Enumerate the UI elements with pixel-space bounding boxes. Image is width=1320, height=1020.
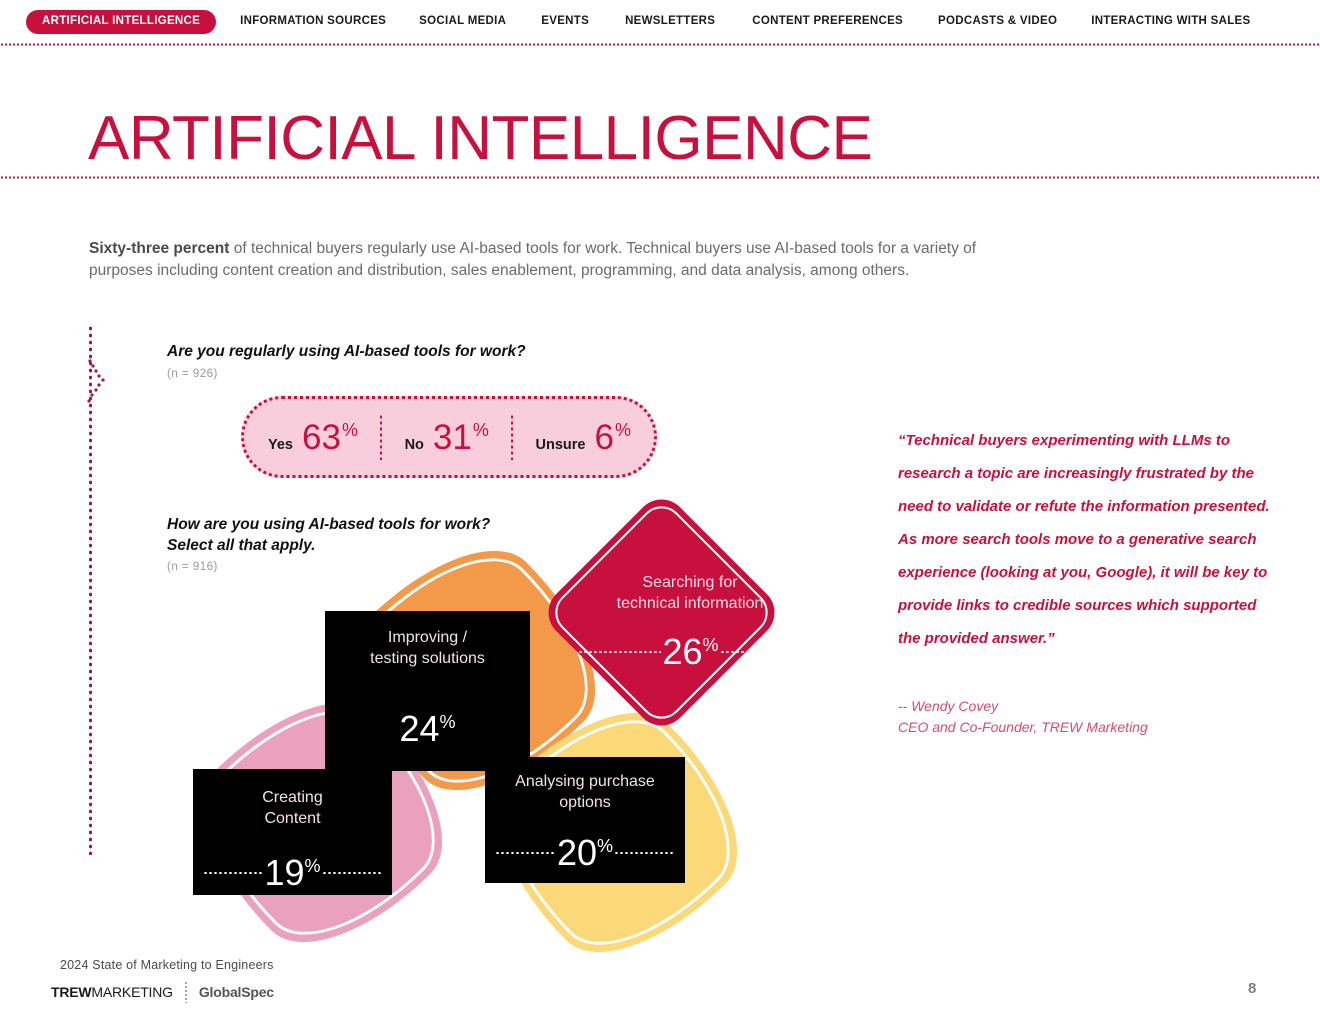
intro-lead-bold: Sixty-three percent bbox=[89, 240, 230, 257]
stat-value-no: 31 bbox=[432, 417, 472, 457]
top-navigation: ARTIFICIAL INTELLIGENCE INFORMATION SOUR… bbox=[0, 0, 1320, 44]
pull-quote: “Technical buyers experimenting with LLM… bbox=[898, 432, 1270, 647]
dash-right-creating bbox=[321, 872, 382, 874]
dash-right-searching bbox=[719, 651, 803, 653]
value-searching-technical-information: 26% bbox=[578, 634, 803, 670]
page-title: ARTIFICIAL INTELLIGENCE bbox=[88, 104, 873, 173]
page-number: 8 bbox=[1248, 980, 1257, 997]
nav-tab-information-sources[interactable]: INFORMATION SOURCES bbox=[240, 16, 386, 28]
stat-percent-sign-yes: % bbox=[341, 419, 358, 440]
question-1-title: Are you regularly using AI-based tools f… bbox=[167, 343, 526, 360]
question-1-sample-size: (n = 926) bbox=[167, 368, 218, 380]
logo-divider bbox=[184, 981, 187, 1003]
stat-label-no: No bbox=[404, 436, 424, 453]
stat-segment-unsure: Unsure 6 % bbox=[535, 417, 631, 457]
globalspec-logo: GlobalSpec bbox=[198, 984, 274, 1000]
label-box-improving-testing-solutions: Improving / testing solutions 24% bbox=[325, 611, 530, 771]
stat-value-unsure: 6 bbox=[594, 417, 614, 457]
stat-divider-2 bbox=[510, 414, 513, 460]
stat-label-unsure: Unsure bbox=[535, 436, 586, 453]
label-creating-content: Creating Content bbox=[262, 789, 323, 827]
nav-tab-events[interactable]: EVENTS bbox=[541, 16, 589, 28]
nav-tab-podcasts-video[interactable]: PODCASTS & VIDEO bbox=[938, 16, 1057, 28]
stat-percent-sign-no: % bbox=[472, 419, 489, 440]
nav-tab-social-media[interactable]: SOCIAL MEDIA bbox=[419, 16, 506, 28]
stat-segment-yes: Yes 63 % bbox=[268, 417, 358, 457]
ai-usage-stat-pill: Yes 63 % No 31 % Unsure 6 % bbox=[241, 396, 657, 478]
nav-divider-dotted-rule bbox=[0, 43, 1320, 46]
percent-creating: 19% bbox=[264, 852, 321, 893]
footer-logos: TREWMARKETING GlobalSpec bbox=[51, 981, 274, 1003]
stat-value-yes: 63 bbox=[302, 417, 341, 457]
percent-analysing: 20% bbox=[556, 832, 614, 873]
value-creating-content: 19% bbox=[203, 855, 382, 891]
callout-arrow-icon bbox=[87, 359, 105, 403]
dash-left-searching bbox=[578, 651, 662, 653]
stat-divider-1 bbox=[379, 414, 382, 460]
footer-report-title: 2024 State of Marketing to Engineers bbox=[60, 958, 274, 972]
label-box-creating-content: Creating Content 19% bbox=[193, 769, 392, 895]
trew-marketing-logo: TREWMARKETING bbox=[51, 984, 173, 1000]
value-analysing-purchase-options: 20% bbox=[495, 835, 675, 871]
stat-segment-no: No 31 % bbox=[404, 417, 489, 457]
dash-right-analysing bbox=[614, 852, 675, 854]
stat-percent-sign-unsure: % bbox=[614, 419, 631, 440]
title-divider-dotted-rule bbox=[0, 176, 1320, 179]
label-improving-testing-solutions: Improving / testing solutions bbox=[370, 629, 485, 667]
label-analysing-purchase-options: Analysing purchase options bbox=[515, 773, 655, 811]
intro-paragraph: Sixty-three percent of technical buyers … bbox=[89, 238, 989, 282]
dash-left-creating bbox=[203, 872, 264, 874]
nav-tab-content-preferences[interactable]: CONTENT PREFERENCES bbox=[752, 16, 903, 28]
stat-label-yes: Yes bbox=[268, 436, 293, 453]
nav-tab-interacting-with-sales[interactable]: INTERACTING WITH SALES bbox=[1091, 16, 1250, 28]
dash-left-analysing bbox=[495, 852, 556, 854]
pull-quote-attribution: -- Wendy Covey CEO and Co-Founder, TREW … bbox=[898, 698, 1148, 735]
percent-searching: 26% bbox=[662, 631, 719, 672]
value-improving-testing-solutions: 24% bbox=[335, 711, 520, 747]
percent-improving: 24% bbox=[399, 708, 456, 749]
label-box-analysing-purchase-options: Analysing purchase options 20% bbox=[485, 757, 685, 883]
nav-tab-newsletters[interactable]: NEWSLETTERS bbox=[625, 16, 715, 28]
nav-tab-artificial-intelligence[interactable]: ARTIFICIAL INTELLIGENCE bbox=[26, 9, 217, 35]
